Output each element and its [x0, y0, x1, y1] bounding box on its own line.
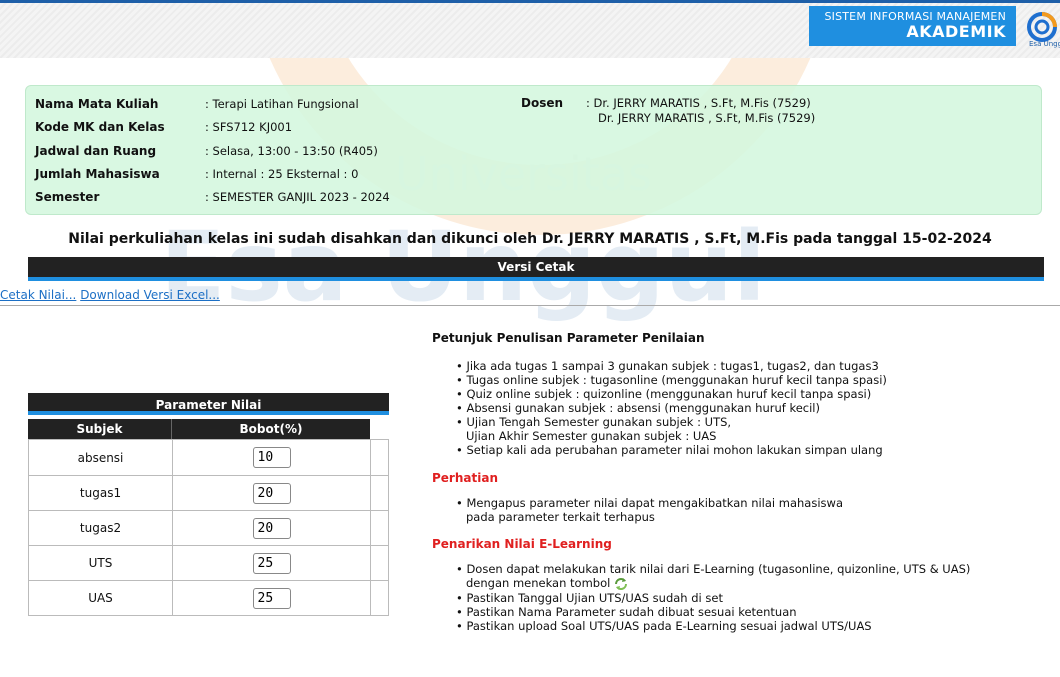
penarikan-title: Penarikan Nilai E-Learning — [432, 537, 612, 551]
table-row: tugas2 — [29, 510, 388, 545]
locked-message: Nilai perkuliahan kelas ini sudah disahk… — [68, 231, 992, 247]
divider — [0, 305, 1060, 306]
info-value: : SFS712 KJ001 — [205, 120, 293, 134]
tarik-nilai-icon[interactable] — [614, 577, 628, 591]
info-row-jumlah: Jumlah Mahasiswa : Internal : 25 Ekstern… — [35, 164, 358, 184]
penarikan-list: Dosen dapat melakukan tarik nilai dari E… — [456, 562, 1042, 633]
app-title-banner: SISTEM INFORMASI MANAJEMEN AKADEMIK — [809, 6, 1016, 46]
perhatian-title: Perhatian — [432, 471, 498, 485]
course-info-panel: Nama Mata Kuliah : Terapi Latihan Fungsi… — [25, 85, 1042, 215]
list-item: Ujian Tengah Semester gunakan subjek : U… — [456, 415, 1042, 443]
list-item: Mengapus parameter nilai dapat mengakiba… — [456, 496, 1042, 524]
app-header: SISTEM INFORMASI MANAJEMEN AKADEMIK Esa … — [0, 0, 1060, 58]
bobot-input-uts[interactable] — [252, 552, 291, 574]
download-excel-link[interactable]: Download Versi Excel... — [80, 288, 220, 302]
petunjuk-title: Petunjuk Penulisan Parameter Penilaian — [432, 331, 705, 345]
table-row: UAS — [29, 580, 388, 615]
info-value: : Terapi Latihan Fungsional — [205, 97, 359, 111]
info-value: : SEMESTER GANJIL 2023 - 2024 — [205, 190, 390, 204]
info-label: Jumlah Mahasiswa — [35, 167, 160, 181]
info-label: Jadwal dan Ruang — [35, 144, 157, 158]
logo-caption: Esa Unggul — [1029, 40, 1060, 48]
list-item: Setiap kali ada perubahan parameter nila… — [456, 443, 1042, 457]
info-label: Kode MK dan Kelas — [35, 120, 165, 134]
list-item: Tugas online subjek : tugasonline (mengg… — [456, 373, 1042, 387]
parameter-table-title: Parameter Nilai — [28, 393, 389, 415]
info-row-semester: Semester : SEMESTER GANJIL 2023 - 2024 — [35, 187, 390, 207]
info-row-jadwal: Jadwal dan Ruang : Selasa, 13:00 - 13:50… — [35, 141, 378, 161]
list-item: Pastikan Nama Parameter sudah dibuat ses… — [456, 605, 1042, 619]
petunjuk-list: Jika ada tugas 1 sampai 3 gunakan subjek… — [456, 359, 1042, 457]
info-row-kode: Kode MK dan Kelas : SFS712 KJ001 — [35, 117, 292, 137]
dosen-value: : Dr. JERRY MARATIS , S.Ft, M.Fis (7529)… — [586, 96, 815, 126]
bobot-input-absensi[interactable] — [252, 447, 291, 468]
perhatian-list: Mengapus parameter nilai dapat mengakiba… — [456, 496, 1042, 524]
dosen-line1: : Dr. JERRY MARATIS , S.Ft, M.Fis (7529) — [586, 96, 811, 110]
list-item: Pastikan upload Soal UTS/UAS pada E-Lear… — [456, 619, 1042, 633]
info-label: Semester — [35, 190, 100, 204]
bobot-input-tugas2[interactable] — [252, 517, 291, 539]
instructions-panel: Petunjuk Penulisan Parameter Penilaian J… — [432, 331, 1042, 633]
subjek-cell: UTS — [29, 546, 173, 580]
info-value: : Internal : 25 Eksternal : 0 — [205, 167, 359, 181]
subjek-cell: tugas2 — [29, 511, 173, 545]
dosen-label: Dosen — [521, 96, 564, 110]
bobot-input-uas[interactable] — [252, 587, 291, 609]
subjek-cell: tugas1 — [29, 476, 173, 510]
table-row: absensi — [29, 440, 388, 475]
dosen-line2: Dr. JERRY MARATIS , S.Ft, M.Fis (7529) — [598, 111, 816, 125]
subjek-cell: absensi — [29, 440, 173, 475]
parameter-table: absensi tugas1 tugas2 UTS UAS — [28, 439, 389, 616]
cetak-nilai-link[interactable]: Cetak Nilai... — [0, 288, 76, 302]
info-row-nama: Nama Mata Kuliah : Terapi Latihan Fungsi… — [35, 94, 359, 114]
list-item: Quiz online subjek : quizonline (menggun… — [456, 387, 1042, 401]
col-subjek: Subjek — [28, 419, 172, 439]
bobot-input-tugas1[interactable] — [252, 482, 291, 504]
info-label: Nama Mata Kuliah — [35, 97, 159, 111]
list-item: Dosen dapat melakukan tarik nilai dari E… — [456, 562, 1042, 591]
versi-cetak-header: Versi Cetak — [28, 257, 1044, 281]
table-row: UTS — [29, 545, 388, 580]
list-item: Pastikan Tanggal Ujian UTS/UAS sudah di … — [456, 591, 1042, 605]
parameter-table-header: Subjek Bobot(%) — [28, 419, 370, 439]
info-value: : Selasa, 13:00 - 13:50 (R405) — [205, 144, 378, 158]
list-item: Absensi gunakan subjek : absensi (menggu… — [456, 401, 1042, 415]
print-links: Cetak Nilai... Download Versi Excel... — [0, 288, 220, 302]
col-bobot: Bobot(%) — [239, 422, 303, 436]
list-item: Jika ada tugas 1 sampai 3 gunakan subjek… — [456, 359, 1042, 373]
table-row: tugas1 — [29, 475, 388, 510]
subjek-cell: UAS — [29, 581, 173, 615]
app-title-line2: AKADEMIK — [906, 22, 1006, 41]
